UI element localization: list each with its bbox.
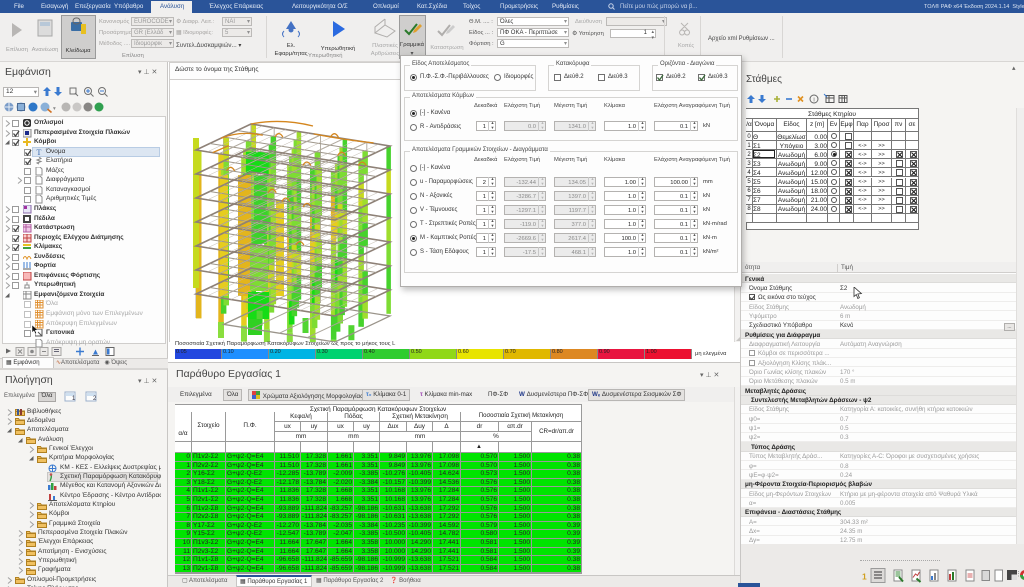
svg-text:i: i: [813, 98, 814, 104]
svg-text:Ελ.: Ελ.: [287, 43, 296, 49]
svg-text:Εφαρμ/τητας: Εφαρμ/τητας: [274, 51, 307, 57]
svg-text:Καταστρωση: Καταστρωση: [430, 45, 463, 51]
svg-text:Επίλυση: Επίλυση: [6, 47, 28, 53]
svg-text:Υπερωθητική: Υπερωθητική: [321, 45, 355, 52]
svg-text:Κλείδωμα: Κλείδωμα: [65, 48, 91, 54]
svg-text:Πλαστικές: Πλαστικές: [372, 42, 398, 49]
svg-text:Αρθρώσεις: Αρθρώσεις: [371, 51, 400, 57]
svg-text:Κοπές: Κοπές: [678, 42, 695, 49]
svg-text:T: T: [37, 148, 42, 157]
svg-text:1: 1: [862, 572, 867, 582]
svg-text:▾: ▾: [53, 106, 56, 112]
svg-text:Ανανέωση: Ανανέωση: [32, 46, 59, 53]
svg-text:Γραμμικά: Γραμμικά: [400, 41, 425, 48]
